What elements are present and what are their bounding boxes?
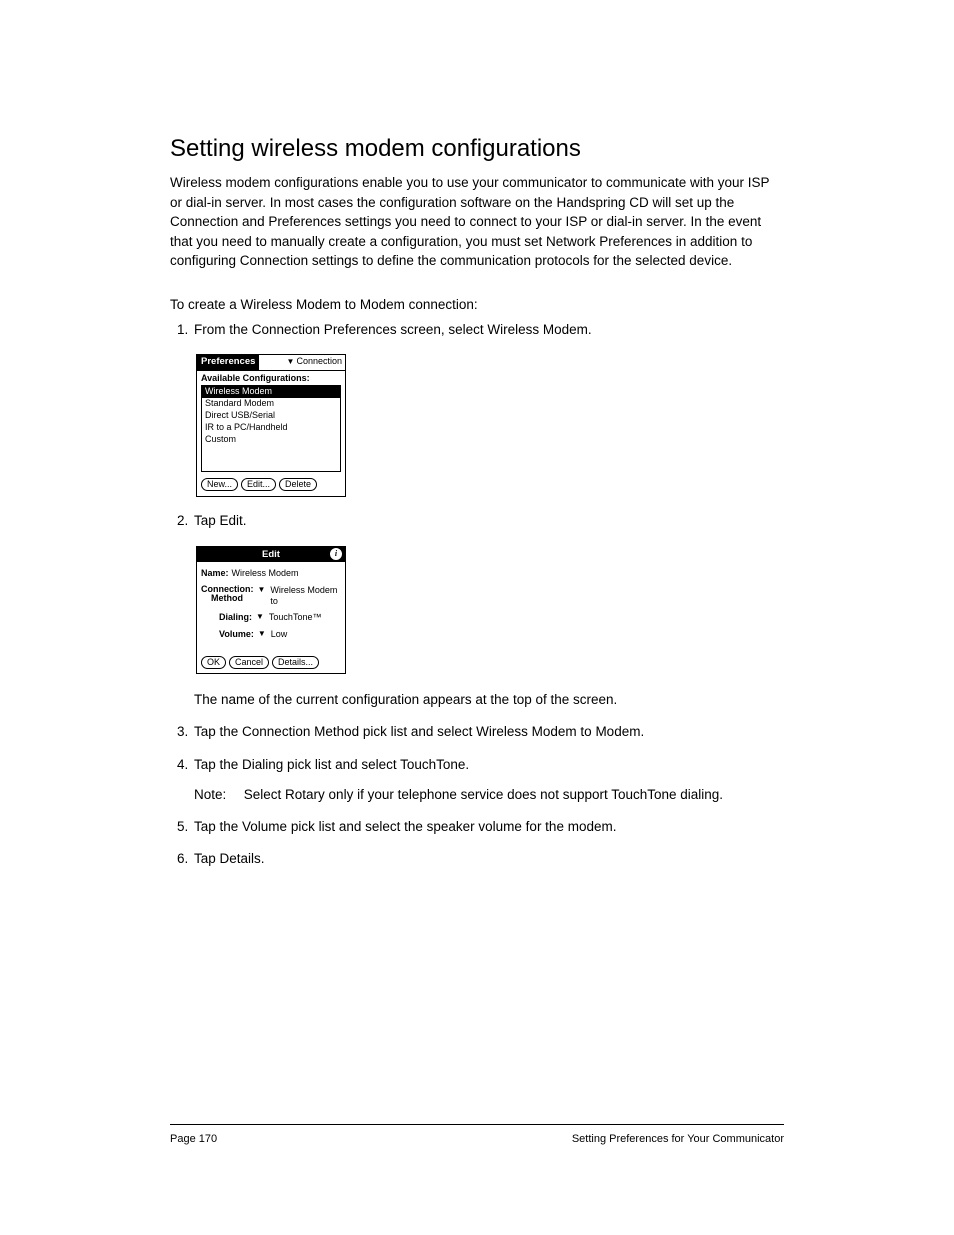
procedure-subhead: To create a Wireless Modem to Modem conn… <box>170 297 784 312</box>
edit-screenshot: Edit i Name: Wireless Modem Connection: … <box>196 546 346 674</box>
footer-rule <box>170 1124 784 1125</box>
method-label: Method <box>211 593 243 603</box>
step-6: Tap Details. <box>192 849 784 869</box>
dialing-value[interactable]: TouchTone™ <box>266 612 322 623</box>
step-4-text: Tap the Dialing pick list and select Tou… <box>194 757 469 772</box>
connection-row: Connection: Method ▼ Wireless Modem to <box>201 585 341 607</box>
list-item[interactable]: IR to a PC/Handheld <box>202 422 340 434</box>
name-label: Name: <box>201 568 229 579</box>
list-item[interactable]: Custom <box>202 434 340 446</box>
step-1: From the Connection Preferences screen, … <box>192 320 784 498</box>
dialing-label: Dialing: <box>219 612 252 623</box>
document-page: Setting wireless modem configurations Wi… <box>0 0 954 1235</box>
chevron-down-icon[interactable]: ▼ <box>252 612 266 623</box>
delete-button[interactable]: Delete <box>279 478 317 491</box>
step-1-text: From the Connection Preferences screen, … <box>194 322 592 337</box>
step-2-after: The name of the current configuration ap… <box>194 690 784 710</box>
chevron-down-icon[interactable]: ▼ <box>254 629 268 640</box>
edit-button-row: OK Cancel Details... <box>201 646 341 669</box>
step-2: Tap Edit. Edit i Name: Wireless Modem Co… <box>192 511 784 710</box>
volume-row: Volume: ▼ Low <box>201 629 341 640</box>
page-heading: Setting wireless modem configurations <box>170 135 784 163</box>
volume-value[interactable]: Low <box>268 629 288 640</box>
footer-page-number: Page 170 <box>170 1133 217 1145</box>
cancel-button[interactable]: Cancel <box>229 656 269 669</box>
name-value[interactable]: Wireless Modem <box>229 568 299 579</box>
footer-section-title: Setting Preferences for Your Communicato… <box>572 1133 784 1145</box>
name-row: Name: Wireless Modem <box>201 568 341 579</box>
step-2-text: Tap Edit. <box>194 513 247 528</box>
pref-button-row: New... Edit... Delete <box>197 474 345 496</box>
pref-titlebar: Preferences ▼ Connection <box>197 355 345 370</box>
new-button[interactable]: New... <box>201 478 238 491</box>
edit-title-text: Edit <box>262 549 280 560</box>
step-5-text: Tap the Volume pick list and select the … <box>194 819 616 834</box>
pref-title-dropdown[interactable]: ▼ Connection <box>259 355 345 369</box>
pref-title-left: Preferences <box>197 355 259 369</box>
steps-list: From the Connection Preferences screen, … <box>170 320 784 870</box>
list-item[interactable]: Wireless Modem <box>202 386 340 398</box>
page-footer: Page 170 Setting Preferences for Your Co… <box>170 1133 784 1145</box>
details-button[interactable]: Details... <box>272 656 319 669</box>
list-item[interactable]: Direct USB/Serial <box>202 410 340 422</box>
chevron-down-icon: ▼ <box>287 358 295 367</box>
info-icon[interactable]: i <box>330 548 342 560</box>
step-4-note: Note: Select Rotary only if your telepho… <box>194 785 784 805</box>
note-text: Select Rotary only if your telephone ser… <box>244 787 723 802</box>
edit-button[interactable]: Edit... <box>241 478 276 491</box>
available-configs-label: Available Configurations: <box>197 371 345 386</box>
step-4: Tap the Dialing pick list and select Tou… <box>192 755 784 806</box>
step-5: Tap the Volume pick list and select the … <box>192 817 784 837</box>
step-6-text: Tap Details. <box>194 851 265 866</box>
list-item[interactable]: Standard Modem <box>202 398 340 410</box>
dialing-row: Dialing: ▼ TouchTone™ <box>201 612 341 623</box>
ok-button[interactable]: OK <box>201 656 226 669</box>
chevron-down-icon[interactable]: ▼ <box>254 585 268 607</box>
intro-paragraph: Wireless modem configurations enable you… <box>170 173 784 271</box>
note-label: Note: <box>194 785 240 805</box>
config-listbox[interactable]: Wireless Modem Standard Modem Direct USB… <box>201 385 341 472</box>
edit-titlebar: Edit i <box>197 547 345 562</box>
step-3: Tap the Connection Method pick list and … <box>192 722 784 742</box>
volume-label: Volume: <box>219 629 254 640</box>
pref-title-right-text: Connection <box>296 357 342 367</box>
step-3-text: Tap the Connection Method pick list and … <box>194 724 644 739</box>
connection-value[interactable]: Wireless Modem to <box>267 585 341 607</box>
preferences-screenshot: Preferences ▼ Connection Available Confi… <box>196 354 346 497</box>
